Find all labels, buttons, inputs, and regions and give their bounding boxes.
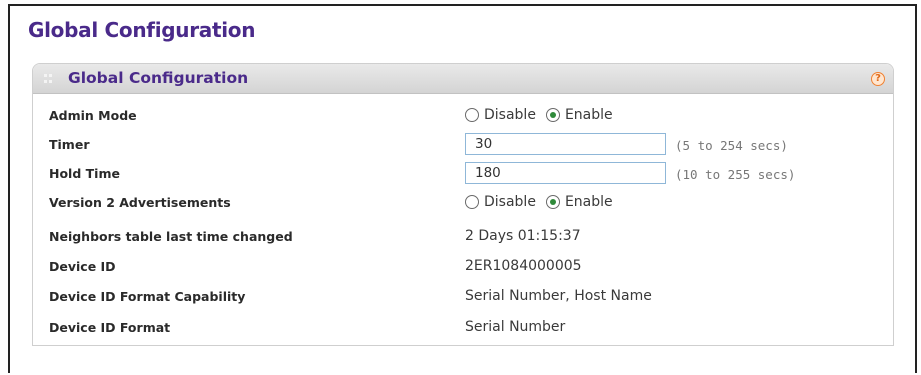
admin-mode-enable-label[interactable]: Enable (565, 107, 613, 123)
timer-input[interactable] (465, 133, 666, 155)
neighbors-changed-row: Neighbors table last time changed 2 Days… (33, 227, 893, 247)
device-id-format-value: Serial Number (465, 319, 566, 335)
version2-enable-label[interactable]: Enable (565, 194, 613, 210)
device-id-value: 2ER1084000005 (465, 258, 582, 274)
version2-enable-radio[interactable] (545, 195, 560, 209)
version2-disable-label[interactable]: Disable (484, 194, 536, 210)
hold-time-row: Hold Time (10 to 255 secs) (33, 162, 893, 184)
grip-icon (44, 74, 52, 83)
window-frame: Global Configuration Global Configuratio… (8, 4, 917, 373)
hold-time-input[interactable] (465, 162, 666, 184)
admin-mode-label: Admin Mode (49, 108, 137, 123)
device-id-format-row: Device ID Format Serial Number (33, 318, 893, 338)
device-id-label: Device ID (49, 259, 116, 274)
version2-disable-radio[interactable] (465, 195, 479, 209)
device-id-format-capability-label: Device ID Format Capability (49, 289, 246, 304)
hold-time-label: Hold Time (49, 166, 120, 181)
neighbors-changed-label: Neighbors table last time changed (49, 229, 293, 244)
device-id-format-capability-row: Device ID Format Capability Serial Numbe… (33, 287, 893, 307)
help-icon[interactable]: ? (871, 72, 885, 86)
device-id-format-capability-value: Serial Number, Host Name (465, 288, 652, 304)
admin-mode-disable-radio[interactable] (465, 108, 479, 122)
panel-header: Global Configuration ? (33, 64, 893, 94)
timer-row: Timer (5 to 254 secs) (33, 133, 893, 155)
version2-radio-group: Disable Enable (465, 194, 623, 210)
timer-range-hint: (5 to 254 secs) (675, 138, 788, 153)
admin-mode-enable-radio[interactable] (545, 108, 560, 122)
timer-label: Timer (49, 137, 90, 152)
device-id-row: Device ID 2ER1084000005 (33, 257, 893, 277)
version2-label: Version 2 Advertisements (49, 195, 231, 210)
admin-mode-radio-group: Disable Enable (465, 107, 623, 123)
global-configuration-panel: Global Configuration ? Admin Mode Disabl… (32, 63, 894, 346)
version2-row: Version 2 Advertisements Disable Enable (33, 193, 893, 213)
admin-mode-row: Admin Mode Disable Enable (33, 106, 893, 126)
device-id-format-label: Device ID Format (49, 320, 171, 335)
neighbors-changed-value: 2 Days 01:15:37 (465, 228, 581, 244)
hold-time-range-hint: (10 to 255 secs) (675, 167, 796, 182)
panel-title: Global Configuration (68, 69, 249, 87)
page-title: Global Configuration (28, 18, 256, 42)
admin-mode-disable-label[interactable]: Disable (484, 107, 536, 123)
